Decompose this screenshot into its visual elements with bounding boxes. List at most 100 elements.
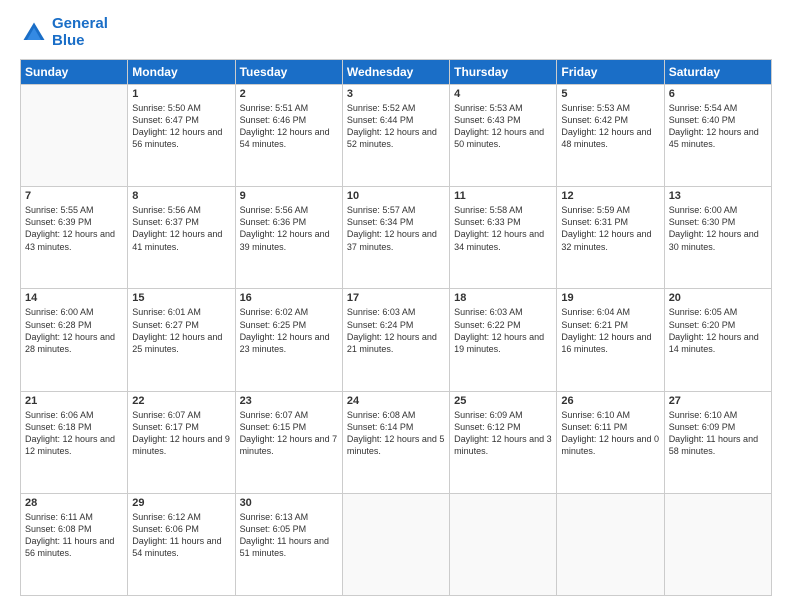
calendar-cell: 8 Sunrise: 5:56 AM Sunset: 6:37 PM Daylig…: [128, 187, 235, 289]
calendar-week-row: 21Sunrise: 6:06 AM Sunset: 6:18 PM Dayli…: [21, 391, 772, 493]
calendar-cell: 19 Sunrise: 6:04 AM Sunset: 6:21 PM Dayli…: [557, 289, 664, 391]
cell-info: Sunrise: 6:01 AM Sunset: 6:27 PM Dayligh…: [132, 306, 230, 355]
cell-info: Sunrise: 6:05 AM Sunset: 6:20 PM Dayligh…: [669, 306, 767, 355]
day-number: 15: [132, 292, 230, 304]
calendar-cell: 14 Sunrise: 6:00 AM Sunset: 6:28 PM Dayli…: [21, 289, 128, 391]
day-number: 14: [25, 292, 123, 304]
day-number: 1: [132, 88, 230, 100]
cell-info: Sunrise: 6:13 AM Sunset: 6:05 PM Dayligh…: [240, 511, 338, 560]
cell-info: Sunrise: 5:53 AM Sunset: 6:42 PM Dayligh…: [561, 102, 659, 151]
logo-text: General Blue: [52, 16, 108, 49]
calendar-cell: 22 Sunrise: 6:07 AM Sunset: 6:17 PM Dayli…: [128, 391, 235, 493]
cell-info: Sunrise: 5:51 AM Sunset: 6:46 PM Dayligh…: [240, 102, 338, 151]
day-number: 4: [454, 88, 552, 100]
calendar-cell: 15 Sunrise: 6:01 AM Sunset: 6:27 PM Dayli…: [128, 289, 235, 391]
calendar-header-wednesday: Wednesday: [342, 60, 449, 85]
calendar-cell: [664, 493, 771, 595]
day-number: 24: [347, 395, 445, 407]
calendar-table: SundayMondayTuesdayWednesdayThursdayFrid…: [20, 59, 772, 596]
cell-info: Sunrise: 6:03 AM Sunset: 6:22 PM Dayligh…: [454, 306, 552, 355]
page: General Blue SundayMondayTuesdayWednesda…: [0, 0, 792, 612]
cell-info: Sunrise: 6:07 AM Sunset: 6:15 PM Dayligh…: [240, 409, 338, 458]
day-number: 16: [240, 292, 338, 304]
cell-info: Sunrise: 5:55 AM Sunset: 6:39 PM Dayligh…: [25, 204, 123, 253]
cell-info: Sunrise: 5:57 AM Sunset: 6:34 PM Dayligh…: [347, 204, 445, 253]
day-number: 11: [454, 190, 552, 202]
calendar-cell: 21Sunrise: 6:06 AM Sunset: 6:18 PM Dayli…: [21, 391, 128, 493]
calendar-cell: 16Sunrise: 6:02 AM Sunset: 6:25 PM Dayli…: [235, 289, 342, 391]
calendar-cell: 5Sunrise: 5:53 AM Sunset: 6:42 PM Daylig…: [557, 85, 664, 187]
cell-info: Sunrise: 5:56 AM Sunset: 6:37 PM Dayligh…: [132, 204, 230, 253]
day-number: 18: [454, 292, 552, 304]
day-number: 2: [240, 88, 338, 100]
cell-info: Sunrise: 6:00 AM Sunset: 6:30 PM Dayligh…: [669, 204, 767, 253]
day-number: 23: [240, 395, 338, 407]
cell-info: Sunrise: 6:04 AM Sunset: 6:21 PM Dayligh…: [561, 306, 659, 355]
logo: General Blue: [20, 16, 108, 49]
calendar-cell: [342, 493, 449, 595]
calendar-cell: 30 Sunrise: 6:13 AM Sunset: 6:05 PM Dayli…: [235, 493, 342, 595]
day-number: 17: [347, 292, 445, 304]
cell-info: Sunrise: 5:54 AM Sunset: 6:40 PM Dayligh…: [669, 102, 767, 151]
calendar-cell: 18 Sunrise: 6:03 AM Sunset: 6:22 PM Dayli…: [450, 289, 557, 391]
calendar-header-saturday: Saturday: [664, 60, 771, 85]
calendar-week-row: 28 Sunrise: 6:11 AM Sunset: 6:08 PM Dayli…: [21, 493, 772, 595]
calendar-week-row: 1 Sunrise: 5:50 AM Sunset: 6:47 PM Daylig…: [21, 85, 772, 187]
calendar-cell: 25Sunrise: 6:09 AM Sunset: 6:12 PM Dayli…: [450, 391, 557, 493]
cell-info: Sunrise: 5:53 AM Sunset: 6:43 PM Dayligh…: [454, 102, 552, 151]
cell-info: Sunrise: 6:03 AM Sunset: 6:24 PM Dayligh…: [347, 306, 445, 355]
header: General Blue: [20, 16, 772, 49]
cell-info: Sunrise: 5:59 AM Sunset: 6:31 PM Dayligh…: [561, 204, 659, 253]
calendar-cell: 12 Sunrise: 5:59 AM Sunset: 6:31 PM Dayli…: [557, 187, 664, 289]
cell-info: Sunrise: 6:10 AM Sunset: 6:09 PM Dayligh…: [669, 409, 767, 458]
calendar-cell: 6 Sunrise: 5:54 AM Sunset: 6:40 PM Daylig…: [664, 85, 771, 187]
calendar-header-monday: Monday: [128, 60, 235, 85]
calendar-cell: [21, 85, 128, 187]
cell-info: Sunrise: 6:07 AM Sunset: 6:17 PM Dayligh…: [132, 409, 230, 458]
calendar-cell: 24 Sunrise: 6:08 AM Sunset: 6:14 PM Dayli…: [342, 391, 449, 493]
day-number: 10: [347, 190, 445, 202]
day-number: 22: [132, 395, 230, 407]
day-number: 13: [669, 190, 767, 202]
cell-info: Sunrise: 6:10 AM Sunset: 6:11 PM Dayligh…: [561, 409, 659, 458]
calendar-header-thursday: Thursday: [450, 60, 557, 85]
cell-info: Sunrise: 5:50 AM Sunset: 6:47 PM Dayligh…: [132, 102, 230, 151]
day-number: 6: [669, 88, 767, 100]
day-number: 9: [240, 190, 338, 202]
calendar-cell: 28 Sunrise: 6:11 AM Sunset: 6:08 PM Dayli…: [21, 493, 128, 595]
calendar-header-sunday: Sunday: [21, 60, 128, 85]
calendar-header-tuesday: Tuesday: [235, 60, 342, 85]
day-number: 20: [669, 292, 767, 304]
cell-info: Sunrise: 5:56 AM Sunset: 6:36 PM Dayligh…: [240, 204, 338, 253]
logo-icon: [20, 19, 48, 47]
calendar-cell: 23 Sunrise: 6:07 AM Sunset: 6:15 PM Dayli…: [235, 391, 342, 493]
calendar-cell: [557, 493, 664, 595]
calendar-cell: 29Sunrise: 6:12 AM Sunset: 6:06 PM Dayli…: [128, 493, 235, 595]
calendar-cell: [450, 493, 557, 595]
calendar-header-friday: Friday: [557, 60, 664, 85]
day-number: 7: [25, 190, 123, 202]
calendar-cell: 4 Sunrise: 5:53 AM Sunset: 6:43 PM Daylig…: [450, 85, 557, 187]
day-number: 12: [561, 190, 659, 202]
day-number: 26: [561, 395, 659, 407]
cell-info: Sunrise: 6:08 AM Sunset: 6:14 PM Dayligh…: [347, 409, 445, 458]
calendar-cell: 27 Sunrise: 6:10 AM Sunset: 6:09 PM Dayli…: [664, 391, 771, 493]
cell-info: Sunrise: 6:11 AM Sunset: 6:08 PM Dayligh…: [25, 511, 123, 560]
calendar-cell: 3Sunrise: 5:52 AM Sunset: 6:44 PM Daylig…: [342, 85, 449, 187]
calendar-week-row: 7 Sunrise: 5:55 AM Sunset: 6:39 PM Daylig…: [21, 187, 772, 289]
day-number: 29: [132, 497, 230, 509]
day-number: 19: [561, 292, 659, 304]
calendar-cell: 20 Sunrise: 6:05 AM Sunset: 6:20 PM Dayli…: [664, 289, 771, 391]
calendar-cell: 26 Sunrise: 6:10 AM Sunset: 6:11 PM Dayli…: [557, 391, 664, 493]
day-number: 27: [669, 395, 767, 407]
cell-info: Sunrise: 6:06 AM Sunset: 6:18 PM Dayligh…: [25, 409, 123, 458]
day-number: 28: [25, 497, 123, 509]
cell-info: Sunrise: 6:00 AM Sunset: 6:28 PM Dayligh…: [25, 306, 123, 355]
day-number: 30: [240, 497, 338, 509]
calendar-cell: 9 Sunrise: 5:56 AM Sunset: 6:36 PM Daylig…: [235, 187, 342, 289]
day-number: 8: [132, 190, 230, 202]
calendar-cell: 2 Sunrise: 5:51 AM Sunset: 6:46 PM Daylig…: [235, 85, 342, 187]
day-number: 25: [454, 395, 552, 407]
cell-info: Sunrise: 5:58 AM Sunset: 6:33 PM Dayligh…: [454, 204, 552, 253]
calendar-week-row: 14 Sunrise: 6:00 AM Sunset: 6:28 PM Dayli…: [21, 289, 772, 391]
